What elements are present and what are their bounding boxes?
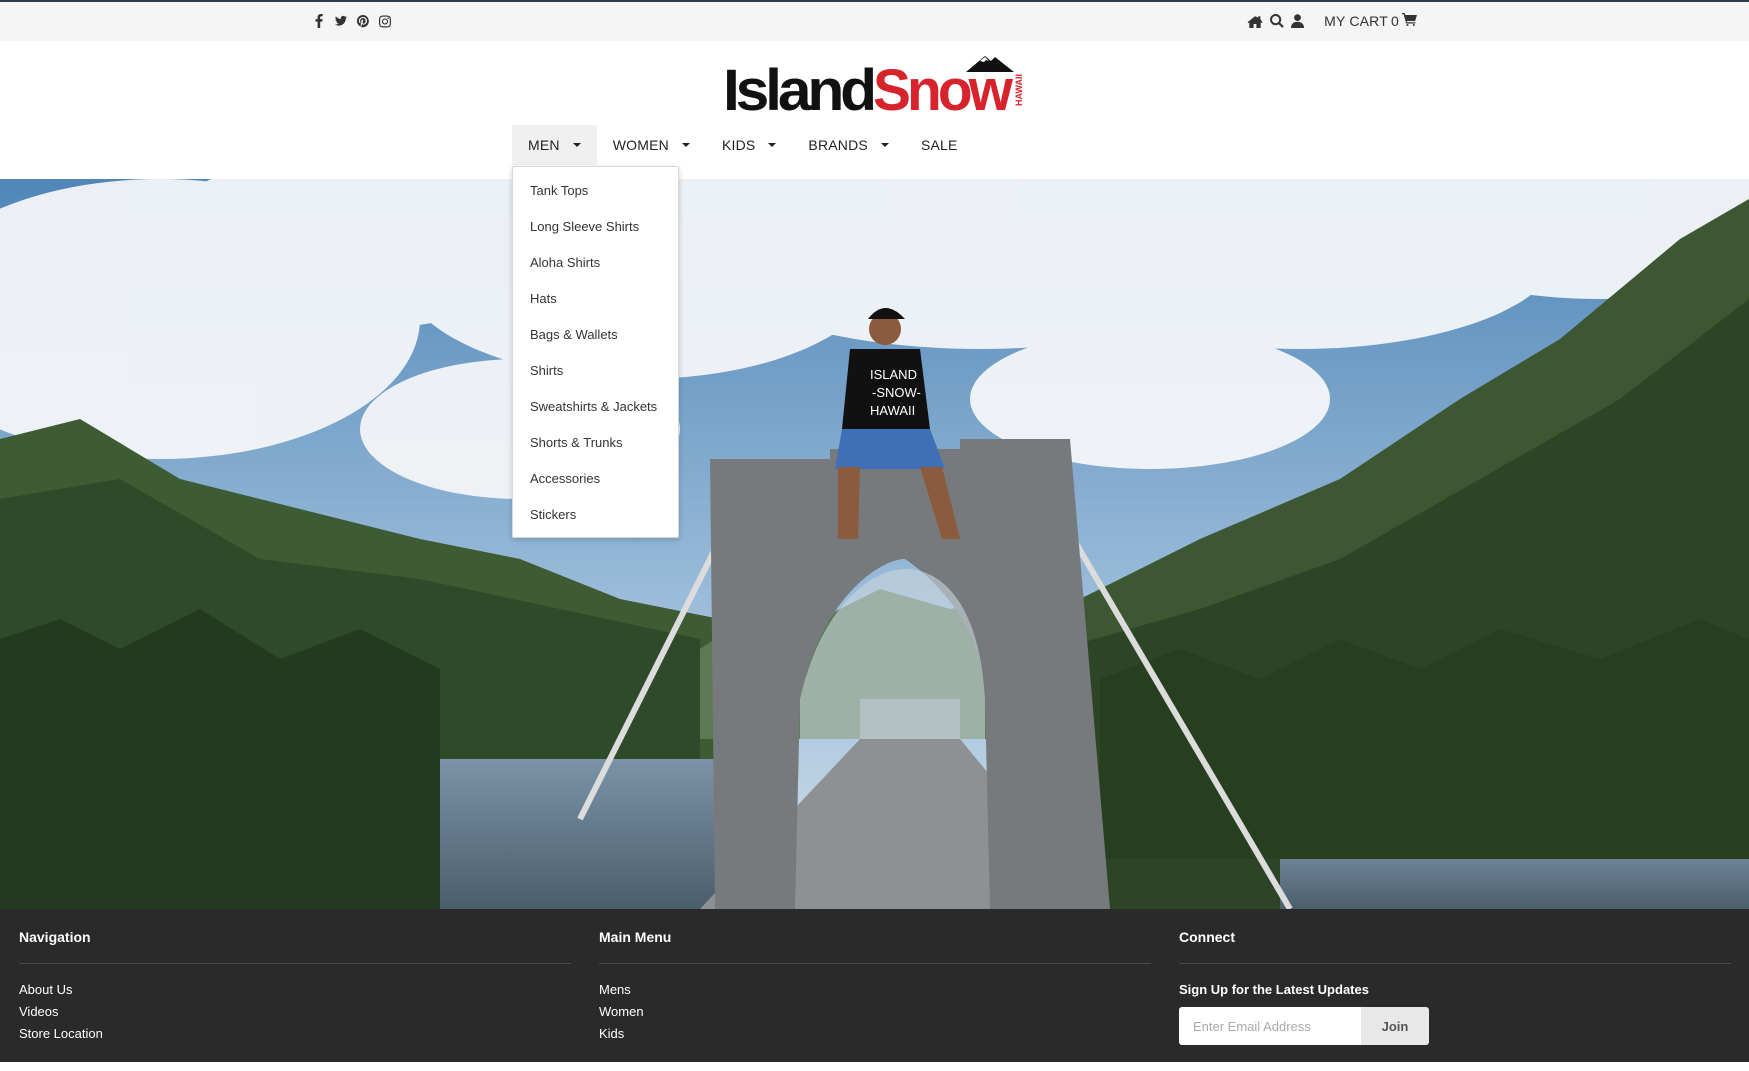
footer-main-menu: Main Menu Mens Women Kids: [599, 929, 1151, 1045]
utility-nav: MY CART 0: [1247, 13, 1417, 29]
island-snow-logo[interactable]: Island Snow HAWAII: [723, 52, 1028, 116]
nav-item-men[interactable]: MEN: [512, 125, 597, 165]
dropdown-item[interactable]: Long Sleeve Shirts: [513, 209, 678, 245]
cart-icon: [1402, 13, 1417, 29]
dropdown-item[interactable]: Accessories: [513, 461, 678, 497]
home-icon[interactable]: [1247, 15, 1263, 28]
top-bar: MY CART 0: [0, 0, 1749, 41]
svg-text:HAWAII: HAWAII: [870, 403, 915, 418]
footer-main-menu-title: Main Menu: [599, 929, 672, 945]
caret-down-icon: [572, 143, 581, 147]
footer-link-kids[interactable]: Kids: [599, 1023, 1151, 1045]
footer: Navigation About Us Videos Store Locatio…: [0, 909, 1749, 1062]
logo-part-island: Island: [723, 58, 874, 116]
dropdown-item[interactable]: Bags & Wallets: [513, 317, 678, 353]
dropdown-item[interactable]: Hats: [513, 281, 678, 317]
hero-image: ISLAND -SNOW- HAWAII: [0, 179, 1749, 909]
divider: [599, 963, 1151, 964]
nav-item-label: WOMEN: [612, 137, 669, 153]
main-nav: MEN WOMEN KIDS BRANDS SALE: [512, 125, 974, 166]
cart-count: 0: [1391, 13, 1399, 29]
dropdown-item[interactable]: Shirts: [513, 353, 678, 389]
email-input[interactable]: [1179, 1007, 1361, 1045]
svg-text:ISLAND: ISLAND: [870, 367, 917, 382]
dropdown-item[interactable]: Aloha Shirts: [513, 245, 678, 281]
divider: [1179, 963, 1731, 964]
footer-connect-title: Connect: [1179, 929, 1235, 945]
men-dropdown-menu: Tank Tops Long Sleeve Shirts Aloha Shirts H…: [512, 166, 679, 538]
page-bottom-edge: [0, 1062, 1749, 1071]
svg-text:-SNOW-: -SNOW-: [872, 385, 921, 400]
pinterest-icon[interactable]: [357, 13, 369, 29]
cart-label: MY CART: [1324, 13, 1388, 29]
caret-down-icon: [768, 143, 777, 147]
footer-navigation: Navigation About Us Videos Store Locatio…: [19, 929, 571, 1045]
nav-item-sale[interactable]: SALE: [905, 125, 974, 165]
nav-item-brands[interactable]: BRANDS: [792, 125, 905, 165]
cart-link[interactable]: MY CART 0: [1324, 13, 1417, 29]
logo-hawaii-tag: HAWAII: [1014, 74, 1024, 106]
footer-link-videos[interactable]: Videos: [19, 1001, 571, 1023]
footer-navigation-title: Navigation: [19, 929, 91, 945]
footer-connect: Connect Sign Up for the Latest Updates J…: [1179, 929, 1731, 1045]
dropdown-item[interactable]: Stickers: [513, 497, 678, 533]
divider: [19, 963, 571, 964]
dropdown-item[interactable]: Sweatshirts & Jackets: [513, 389, 678, 425]
twitter-icon[interactable]: [335, 13, 347, 29]
user-icon[interactable]: [1291, 14, 1305, 28]
nav-item-label: MEN: [528, 137, 560, 153]
join-button[interactable]: Join: [1361, 1007, 1429, 1045]
signup-label: Sign Up for the Latest Updates: [1179, 982, 1369, 997]
social-links: [313, 13, 391, 29]
nav-item-women[interactable]: WOMEN: [597, 125, 706, 165]
nav-item-kids[interactable]: KIDS: [706, 125, 792, 165]
nav-item-label: SALE: [920, 137, 958, 153]
footer-link-mens[interactable]: Mens: [599, 979, 1151, 1001]
caret-down-icon: [681, 143, 690, 147]
footer-link-women[interactable]: Women: [599, 1001, 1151, 1023]
footer-link-store-location[interactable]: Store Location: [19, 1023, 571, 1045]
instagram-icon[interactable]: [379, 13, 391, 29]
search-icon[interactable]: [1270, 14, 1284, 28]
caret-down-icon: [880, 143, 889, 147]
dropdown-item[interactable]: Shorts & Trunks: [513, 425, 678, 461]
footer-link-about-us[interactable]: About Us: [19, 979, 571, 1001]
signup-form: Join: [1179, 1007, 1731, 1045]
nav-item-label: KIDS: [721, 137, 756, 153]
nav-item-label: BRANDS: [808, 137, 868, 153]
facebook-icon[interactable]: [313, 13, 325, 29]
dropdown-item[interactable]: Tank Tops: [513, 173, 678, 209]
